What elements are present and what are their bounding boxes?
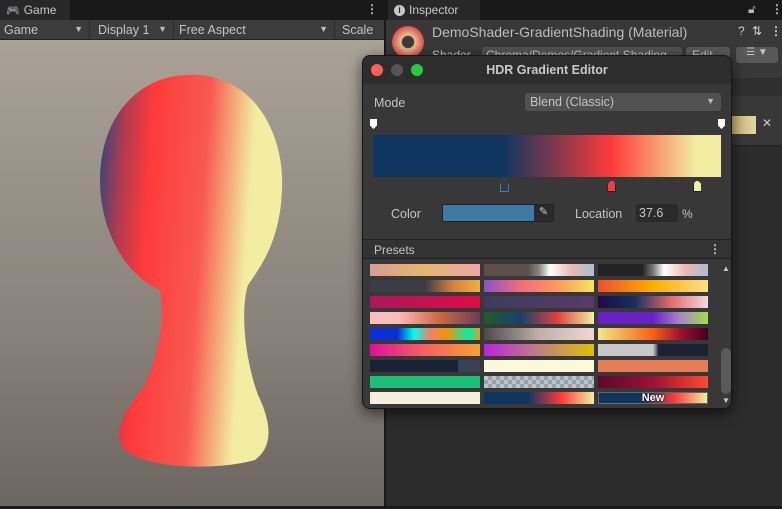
minimize-button[interactable] [391, 64, 403, 76]
preset-swatch[interactable] [484, 392, 594, 404]
mannequin-head [100, 74, 283, 467]
eyedropper-icon[interactable]: ✎ [534, 205, 553, 221]
more-menu-icon[interactable]: ⋮ [366, 2, 378, 16]
chevron-down-icon: ▼ [74, 24, 83, 34]
gamepad-icon: 🎮 [6, 4, 20, 17]
preset-swatch[interactable] [370, 280, 480, 292]
tab-inspector[interactable]: i Inspector [388, 0, 480, 20]
color-label: Color [391, 207, 421, 221]
scrollbar-thumb[interactable] [721, 348, 731, 394]
preset-settings-icon[interactable]: ⇅ [752, 24, 762, 38]
location-label: Location [575, 207, 623, 221]
preset-swatch[interactable] [484, 296, 594, 308]
location-input[interactable]: 37.6 [636, 204, 678, 222]
preset-swatch[interactable] [484, 360, 594, 372]
preset-swatch[interactable] [370, 360, 480, 372]
color-key[interactable] [499, 180, 509, 192]
mode-dropdown[interactable]: Blend (Classic) ▼ [525, 93, 721, 111]
preset-swatch[interactable] [484, 264, 594, 276]
preset-swatch[interactable] [598, 296, 708, 308]
game-viewport[interactable] [0, 40, 384, 506]
preset-swatch[interactable] [370, 328, 480, 340]
preset-swatch[interactable] [484, 328, 594, 340]
color-key[interactable] [607, 180, 617, 192]
gradient-editor-window: HDR Gradient Editor Mode Blend (Classic)… [362, 55, 732, 409]
preset-swatch[interactable] [484, 344, 594, 356]
material-name: DemoShader-GradientShading (Material) [432, 24, 688, 40]
help-icon[interactable]: ? [738, 24, 745, 38]
tools-icon[interactable]: ✕ [762, 116, 772, 130]
preset-swatch[interactable] [370, 296, 480, 308]
chevron-down-icon: ▼ [158, 24, 167, 34]
alpha-key-start[interactable] [370, 119, 377, 129]
display-dropdown[interactable]: Display 1 ▼ [94, 20, 174, 40]
new-preset-button[interactable]: New [598, 392, 708, 404]
close-button[interactable] [371, 64, 383, 76]
aspect-label: Free Aspect [179, 23, 246, 37]
preset-swatch[interactable] [598, 376, 708, 388]
tab-label: Game [23, 3, 57, 17]
presets-header: Presets ⋮ [363, 239, 731, 259]
mode-value: Blend (Classic) [530, 95, 615, 109]
aspect-dropdown[interactable]: Free Aspect ▼ [175, 20, 335, 40]
view-dropdown[interactable]: Game ▼ [0, 20, 90, 40]
preset-swatch[interactable] [598, 328, 708, 340]
preset-swatch[interactable] [598, 344, 708, 356]
preset-swatch[interactable] [484, 280, 594, 292]
preset-swatch[interactable] [484, 376, 594, 388]
presets-label: Presets [374, 243, 415, 257]
gradient-preview-bar[interactable] [373, 135, 721, 177]
preset-swatch[interactable] [598, 264, 708, 276]
location-unit: % [682, 207, 693, 221]
gradient-swatch[interactable] [730, 116, 756, 134]
info-icon: i [394, 4, 405, 16]
more-menu-icon[interactable]: ⋮ [771, 2, 782, 16]
more-menu-icon[interactable]: ⋮ [709, 242, 721, 256]
lock-icon[interactable]: 🔓︎ [748, 2, 756, 17]
presets-grid: New [363, 260, 719, 408]
maximize-button[interactable] [411, 64, 423, 76]
more-menu-icon[interactable]: ⋮ [770, 24, 782, 38]
display-label: Display 1 [98, 23, 150, 37]
scale-slider[interactable]: Scale [338, 20, 384, 40]
preset-swatch[interactable] [598, 360, 708, 372]
preset-swatch[interactable] [370, 392, 480, 404]
scroll-down-icon[interactable]: ▼ [722, 396, 730, 405]
tab-label: Inspector [409, 3, 459, 17]
alpha-key-end[interactable] [718, 119, 725, 129]
material-preview-icon [392, 26, 424, 58]
tab-game[interactable]: 🎮 Game [0, 0, 70, 20]
preset-swatch[interactable] [484, 312, 594, 324]
color-field[interactable]: ✎ [442, 204, 554, 222]
color-key[interactable] [692, 180, 702, 192]
scroll-up-icon[interactable]: ▲ [722, 264, 730, 273]
mode-label: Mode [374, 96, 406, 110]
shader-menu-button[interactable]: ☰ ▼ [736, 47, 778, 63]
preset-swatch[interactable] [370, 344, 480, 356]
scale-label: Scale [342, 23, 374, 37]
preset-swatch[interactable] [598, 280, 708, 292]
preset-swatch[interactable] [370, 264, 480, 276]
chevron-down-icon: ▼ [706, 96, 715, 106]
preset-swatch[interactable] [370, 312, 480, 324]
preset-swatch[interactable] [598, 312, 708, 324]
preset-swatch[interactable] [370, 376, 480, 388]
chevron-down-icon: ▼ [319, 24, 328, 34]
view-label: Game [4, 23, 39, 37]
